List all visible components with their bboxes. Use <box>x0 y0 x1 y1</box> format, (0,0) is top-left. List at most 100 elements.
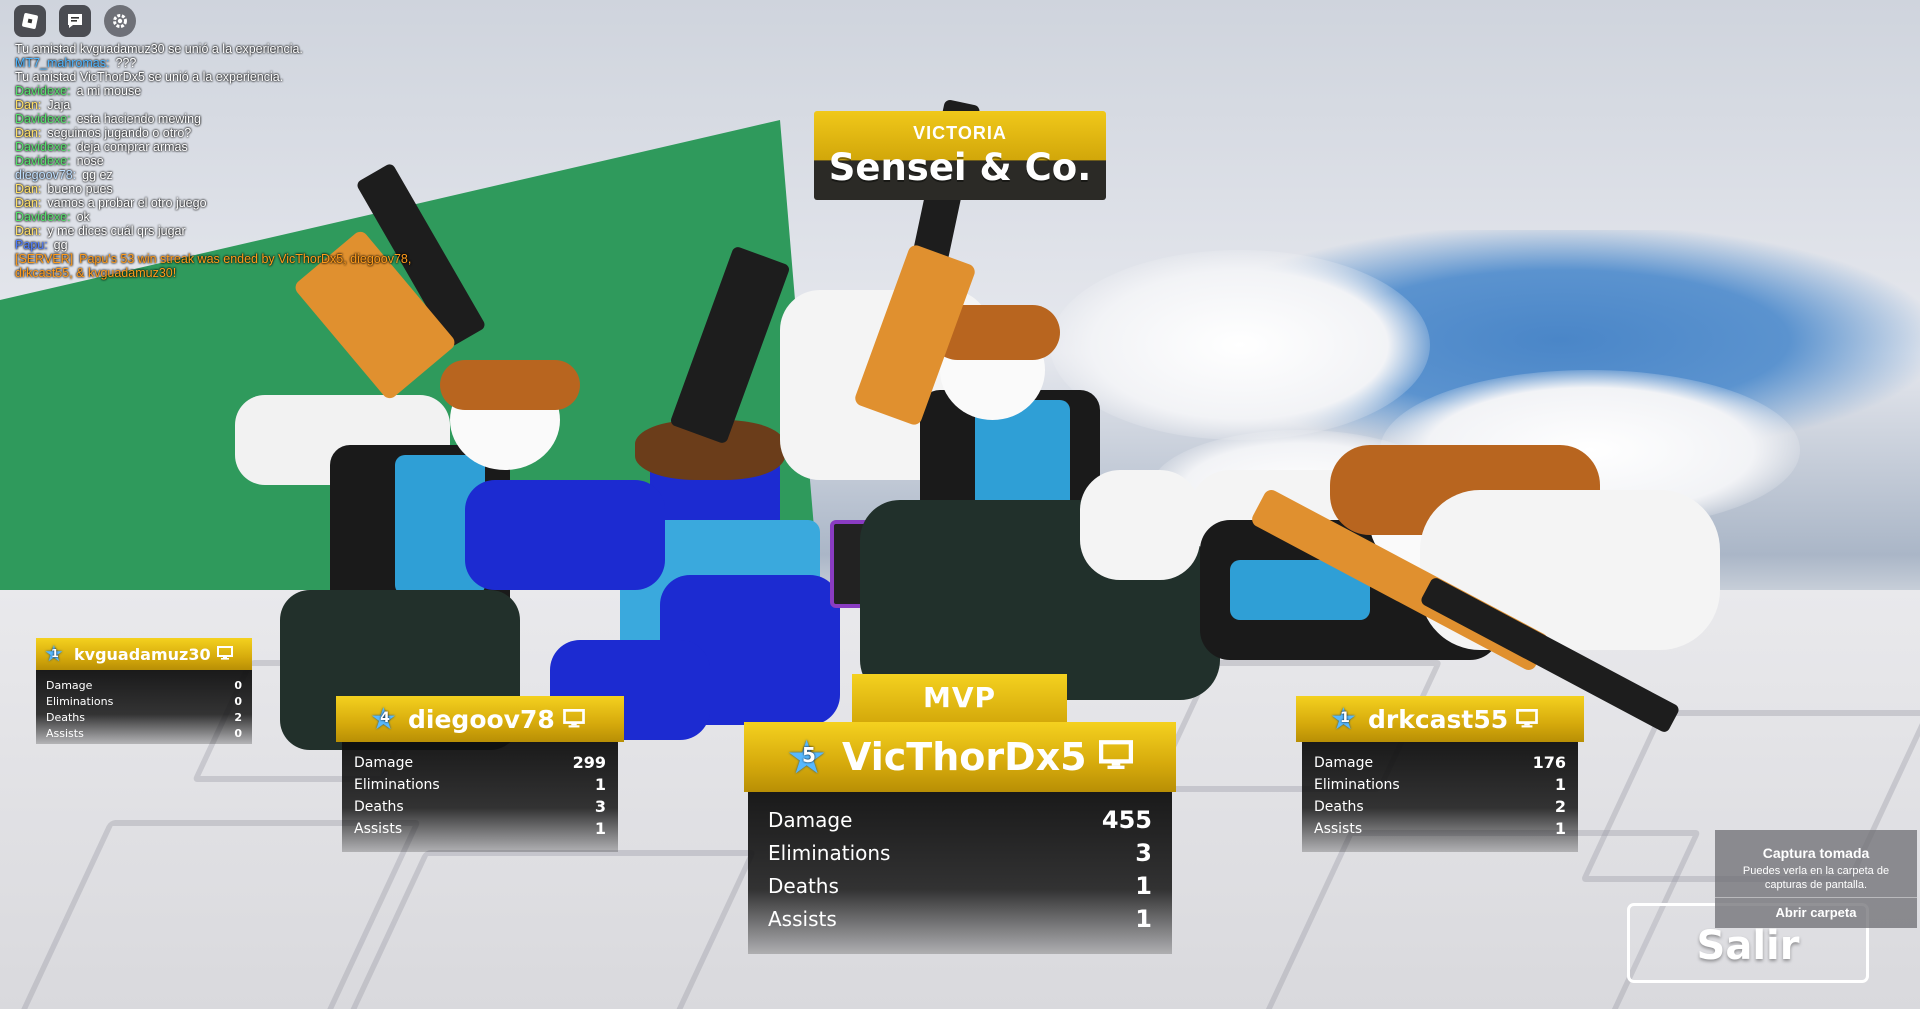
chat-text: bueno pues <box>47 182 113 196</box>
screenshot-notification: Captura tomada Puedes verla en la carpet… <box>1715 830 1917 928</box>
stat-label-eliminations: Eliminations <box>354 777 440 793</box>
notification-title: Captura tomada <box>1762 845 1870 861</box>
chat-text: Papu's 53 win streak was ended by VicTho… <box>79 252 412 266</box>
player-name: diegoov78 <box>408 704 555 734</box>
settings-gear-icon[interactable] <box>104 5 136 37</box>
chat-text: deja comprar armas <box>76 140 188 154</box>
chat-sender: Papu: <box>15 238 48 252</box>
player-card-mvp-victhordx5: ★ 5 VicThorDx5 Damage 455 Eliminations 3 De… <box>744 722 1176 954</box>
stat-eliminations: 1 <box>1554 775 1566 794</box>
level-star-icon: ★ 1 <box>1330 701 1357 737</box>
chat-text: ok <box>76 210 90 224</box>
chat-text: gg <box>53 238 68 252</box>
chat-log: Tu amistad kvguadamuz30 se unió a la exp… <box>15 42 485 280</box>
chat-message: Davidexe: esta haciendo mewing <box>15 112 485 126</box>
chat-sender: Dan: <box>15 182 42 196</box>
computer-platform-icon <box>216 645 233 664</box>
chat-text: a mi mouse <box>76 84 142 98</box>
chat-message: MT7_mahromas:??? <box>15 56 485 70</box>
player-card-diegoov78: ★ 4 diegoov78 Damage 299 Eliminations 1 Dea… <box>336 696 624 852</box>
cloud <box>1050 250 1430 440</box>
winning-team-name: Sensei & Co. <box>828 146 1092 189</box>
stat-assists: 1 <box>594 819 606 838</box>
chat-sender: Dan: <box>15 126 42 140</box>
chat-text: vamos a probar el otro juego <box>47 196 207 210</box>
level-star-icon: ★ 1 <box>44 641 64 667</box>
stat-assists: 1 <box>1135 905 1152 933</box>
chat-sender: diegoov78: <box>15 168 77 182</box>
stat-deaths: 2 <box>1554 797 1566 816</box>
player-name: VicThorDx5 <box>842 735 1087 779</box>
stat-damage: 455 <box>1101 806 1152 834</box>
player-name: drkcast55 <box>1368 704 1509 734</box>
stat-label-deaths: Deaths <box>1314 799 1364 815</box>
chat-message: Dan: Jaja <box>15 98 485 112</box>
stat-label-damage: Damage <box>46 679 93 692</box>
computer-platform-icon <box>562 705 585 734</box>
stat-label-deaths: Deaths <box>354 799 404 815</box>
stat-eliminations: 0 <box>234 695 242 708</box>
player-name: kvguadamuz30 <box>74 644 211 664</box>
chat-message: Papu: gg <box>15 238 485 252</box>
chat-sender: Davidexe: <box>15 140 71 154</box>
chat-sender: MT7_mahromas: <box>15 56 110 70</box>
chat-text: Tu amistad kvguadamuz30 se unió a la exp… <box>15 42 303 56</box>
chat-sender: Davidexe: <box>15 154 71 168</box>
stat-eliminations: 3 <box>1135 839 1152 867</box>
stat-label-deaths: Deaths <box>46 711 85 724</box>
stat-eliminations: 1 <box>594 775 606 794</box>
chat-message: Dan: y me dices cuál qrs jugar <box>15 224 485 238</box>
notification-description: Puedes verla en la carpeta de capturas d… <box>1742 865 1890 891</box>
chat-message: Davidexe: deja comprar armas <box>15 140 485 154</box>
chat-text: Tu amistad VicThorDx5 se unió a la exper… <box>15 70 284 84</box>
stat-label-deaths: Deaths <box>768 874 839 898</box>
stat-damage: 0 <box>234 679 242 692</box>
victory-banner: VICTORIA Sensei & Co. <box>814 111 1106 200</box>
stat-label-assists: Assists <box>354 821 403 837</box>
chat-sender: [SERVER] <box>15 252 74 266</box>
mvp-label: MVP <box>852 674 1067 722</box>
chat-message: drkcast55, & kvguadamuz30! <box>15 266 485 280</box>
stat-label-eliminations: Eliminations <box>1314 777 1400 793</box>
chat-message: [SERVER] Papu's 53 win streak was ended b… <box>15 252 485 266</box>
stat-label-damage: Damage <box>1314 755 1374 771</box>
level-star-icon: ★ 4 <box>370 701 397 737</box>
stat-damage: 299 <box>572 753 606 772</box>
chat-message: Tu amistad kvguadamuz30 se unió a la exp… <box>15 42 485 56</box>
chat-text: seguimos jugando o otro? <box>47 126 192 140</box>
open-folder-button[interactable]: Abrir carpeta <box>1715 897 1917 928</box>
stat-assists: 1 <box>1554 819 1566 838</box>
chat-text: y me dices cuál qrs jugar <box>47 224 186 238</box>
chat-sender: Davidexe: <box>15 84 71 98</box>
chat-sender: Dan: <box>15 224 42 238</box>
player-card-kvguadamuz30: ★ 1 kvguadamuz30 Damage 0 Eliminations 0 De… <box>36 638 252 744</box>
stat-label-damage: Damage <box>354 755 414 771</box>
stat-label-damage: Damage <box>768 808 853 832</box>
computer-platform-icon <box>1516 705 1539 734</box>
chat-text: gg ez <box>82 168 113 182</box>
stat-label-assists: Assists <box>768 907 837 931</box>
stat-label-assists: Assists <box>1314 821 1363 837</box>
chat-message: diegoov78: gg ez <box>15 168 485 182</box>
chat-icon[interactable] <box>59 5 91 37</box>
computer-platform-icon <box>1098 735 1133 779</box>
chat-text: ??? <box>115 56 137 70</box>
chat-message: Davidexe: nose <box>15 154 485 168</box>
roblox-menu-icon[interactable] <box>14 5 46 37</box>
chat-message: Dan: vamos a probar el otro juego <box>15 196 485 210</box>
chat-text: esta haciendo mewing <box>76 112 201 126</box>
chat-sender: Davidexe: <box>15 210 71 224</box>
level-star-icon: ★ 5 <box>786 730 828 784</box>
chat-message: Davidexe: a mi mouse <box>15 84 485 98</box>
chat-sender: Davidexe: <box>15 112 71 126</box>
stat-label-assists: Assists <box>46 727 84 740</box>
chat-sender: Dan: <box>15 196 42 210</box>
stat-assists: 0 <box>234 727 242 740</box>
victory-subtitle: VICTORIA <box>913 123 1007 143</box>
stat-deaths: 3 <box>594 797 606 816</box>
stat-label-eliminations: Eliminations <box>46 695 114 708</box>
stat-label-eliminations: Eliminations <box>768 841 891 865</box>
chat-message: Davidexe: ok <box>15 210 485 224</box>
stat-deaths: 1 <box>1135 872 1152 900</box>
chat-message: Dan: bueno pues <box>15 182 485 196</box>
